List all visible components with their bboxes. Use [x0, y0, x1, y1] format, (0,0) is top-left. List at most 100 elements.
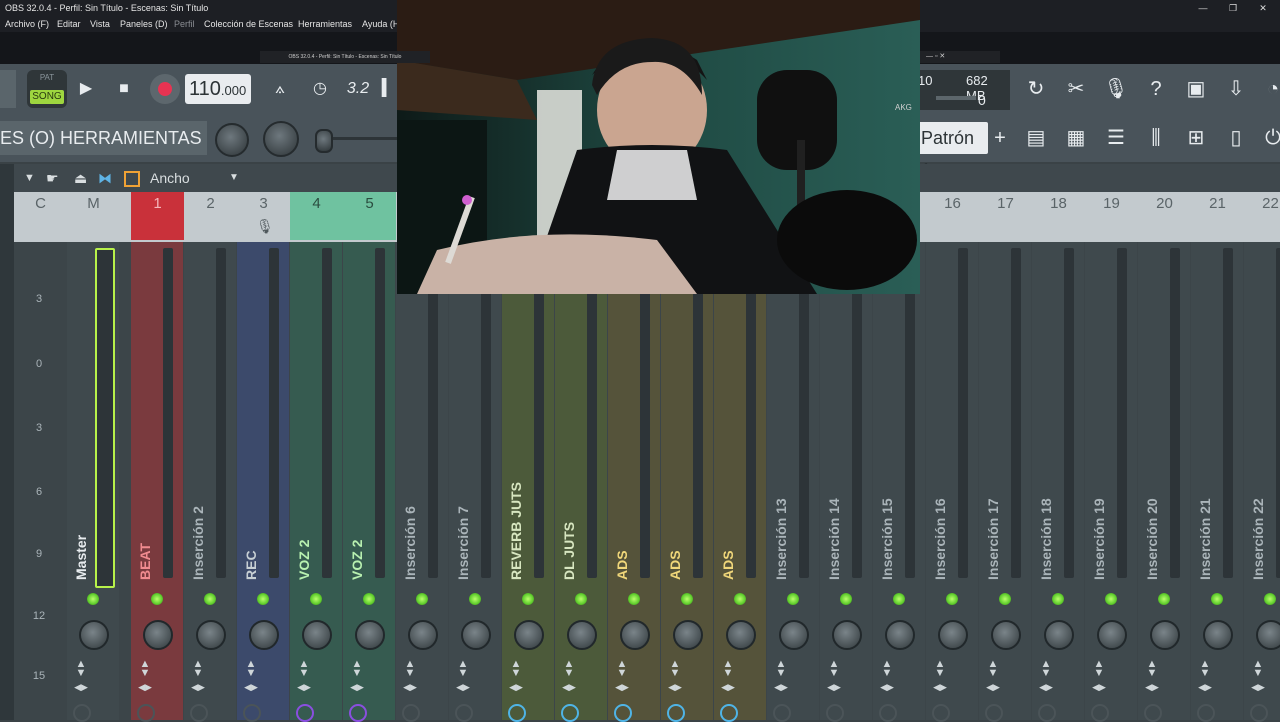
header-track-number[interactable]: 21: [1191, 192, 1244, 216]
send-ring[interactable]: [190, 704, 208, 722]
master-volume-knob[interactable]: [215, 123, 249, 157]
pan-knob[interactable]: [1044, 620, 1074, 650]
stereo-separation-icon[interactable]: ◀▶: [878, 682, 896, 693]
swap-arrows-icon[interactable]: ▲ ▼: [1039, 659, 1053, 679]
menu-editar[interactable]: Editar: [57, 16, 81, 32]
next-tool-icon[interactable]: ▍: [380, 74, 396, 104]
track-enable-led[interactable]: [87, 593, 99, 605]
header-track-number[interactable]: 2: [184, 192, 237, 216]
mixer-strip[interactable]: VOZ 2 ▲ ▼ ◀▶: [343, 242, 395, 722]
mixer-strip[interactable]: BEAT ▲ ▼ ◀▶: [131, 242, 183, 722]
send-ring[interactable]: [508, 704, 526, 722]
mixer-strip[interactable]: Inserción 14 ▲ ▼ ◀▶: [820, 242, 872, 722]
pan-knob[interactable]: [196, 620, 226, 650]
swap-arrows-icon[interactable]: ▲ ▼: [933, 659, 947, 679]
header-track-number[interactable]: 20: [1138, 192, 1191, 216]
pattern-selector[interactable]: Patrón 1: [918, 122, 988, 180]
track-enable-led[interactable]: [204, 593, 216, 605]
header-track-number[interactable]: 16: [926, 192, 979, 216]
stereo-separation-icon[interactable]: ◀▶: [772, 682, 790, 693]
send-ring[interactable]: [1091, 704, 1109, 722]
send-ring[interactable]: [720, 704, 738, 722]
close-button[interactable]: ✕: [1248, 0, 1278, 16]
track-enable-led[interactable]: [257, 593, 269, 605]
header-track-number[interactable]: 19: [1085, 192, 1138, 216]
pan-knob[interactable]: [779, 620, 809, 650]
cut-icon[interactable]: ✂: [1061, 74, 1091, 104]
stereo-separation-icon[interactable]: ◀▶: [401, 682, 419, 693]
send-ring[interactable]: [773, 704, 791, 722]
send-ring[interactable]: [985, 704, 1003, 722]
track-enable-led[interactable]: [310, 593, 322, 605]
mixer-person-icon[interactable]: ⏏: [74, 164, 87, 192]
send-ring[interactable]: [1250, 704, 1268, 722]
swap-arrows-icon[interactable]: ▲ ▼: [509, 659, 523, 679]
send-ring[interactable]: [349, 704, 367, 722]
stereo-separation-icon[interactable]: ◀▶: [560, 682, 578, 693]
mixer-strip[interactable]: VOZ 2 ▲ ▼ ◀▶: [290, 242, 342, 722]
mixer-strip[interactable]: Inserción 22 ▲ ▼ ◀▶: [1244, 242, 1280, 722]
stereo-separation-icon[interactable]: ◀▶: [242, 682, 260, 693]
mixer-strip[interactable]: Inserción 6 ▲ ▼ ◀▶: [396, 242, 448, 722]
swap-arrows-icon[interactable]: ▲ ▼: [721, 659, 735, 679]
swap-arrows-icon[interactable]: ▲ ▼: [986, 659, 1000, 679]
send-ring[interactable]: [296, 704, 314, 722]
track-enable-led[interactable]: [946, 593, 958, 605]
pan-knob[interactable]: [249, 620, 279, 650]
mixer-strip[interactable]: Inserción 20 ▲ ▼ ◀▶: [1138, 242, 1190, 722]
mixer-strip[interactable]: Inserción 13 ▲ ▼ ◀▶: [767, 242, 819, 722]
mixer-checkbox-icon[interactable]: [124, 171, 140, 187]
menu-perfil[interactable]: Perfil: [174, 16, 195, 32]
swap-arrows-icon[interactable]: ▲ ▼: [1251, 659, 1265, 679]
mixer-hand-icon[interactable]: ☛: [46, 164, 59, 192]
swap-arrows-icon[interactable]: ▲ ▼: [827, 659, 841, 679]
tempo-slider-track[interactable]: [333, 137, 397, 140]
mic-icon[interactable]: 🎙: [1101, 74, 1131, 104]
stereo-separation-icon[interactable]: ◀▶: [189, 682, 207, 693]
swap-arrows-icon[interactable]: ▲ ▼: [350, 659, 364, 679]
play-icon[interactable]: ▶: [72, 74, 100, 104]
help-icon[interactable]: ?: [1141, 74, 1171, 104]
stereo-separation-icon[interactable]: ◀▶: [666, 682, 684, 693]
maximize-button[interactable]: ❐: [1218, 0, 1248, 16]
pattern-tool-icon[interactable]: ⟑: [264, 74, 296, 104]
header-track-number[interactable]: 5: [343, 192, 396, 240]
swap-arrows-icon[interactable]: ▲ ▼: [1092, 659, 1106, 679]
record-button[interactable]: [150, 74, 180, 104]
stereo-separation-icon[interactable]: ◀▶: [613, 682, 631, 693]
track-enable-led[interactable]: [628, 593, 640, 605]
metronome-icon[interactable]: ◷: [304, 74, 336, 104]
mixer-strip[interactable]: Inserción 19 ▲ ▼ ◀▶: [1085, 242, 1137, 722]
send-ring[interactable]: [402, 704, 420, 722]
stereo-separation-icon[interactable]: ◀▶: [1143, 682, 1161, 693]
swap-arrows-icon[interactable]: ▲ ▼: [774, 659, 788, 679]
stereo-separation-icon[interactable]: ◀▶: [719, 682, 737, 693]
send-ring[interactable]: [243, 704, 261, 722]
swap-arrows-icon[interactable]: ▲ ▼: [403, 659, 417, 679]
menu-paneles[interactable]: Paneles (D): [120, 16, 168, 32]
mixer-menu-arrow-icon[interactable]: ▼: [24, 164, 35, 192]
pan-knob[interactable]: [1256, 620, 1280, 650]
track-enable-led[interactable]: [522, 593, 534, 605]
track-enable-led[interactable]: [1052, 593, 1064, 605]
pan-knob[interactable]: [1150, 620, 1180, 650]
track-enable-led[interactable]: [1211, 593, 1223, 605]
send-ring[interactable]: [73, 704, 91, 722]
stereo-separation-icon[interactable]: ◀▶: [825, 682, 843, 693]
pan-knob[interactable]: [514, 620, 544, 650]
plugin-icon[interactable]: ⏻: [1258, 123, 1280, 153]
send-ring[interactable]: [1038, 704, 1056, 722]
stereo-separation-icon[interactable]: ◀▶: [454, 682, 472, 693]
header-track-number[interactable]: 18: [1032, 192, 1085, 216]
pan-knob[interactable]: [885, 620, 915, 650]
undo-icon[interactable]: ↻: [1021, 74, 1051, 104]
stereo-separation-icon[interactable]: ◀▶: [295, 682, 313, 693]
track-enable-led[interactable]: [416, 593, 428, 605]
pan-knob[interactable]: [1097, 620, 1127, 650]
menu-coleccion-escenas[interactable]: Colección de Escenas: [204, 16, 293, 32]
mixer-strip[interactable]: REVERB JUTS ▲ ▼ ◀▶: [502, 242, 554, 722]
mixer-icon[interactable]: ⫼: [1141, 123, 1171, 153]
header-track-number[interactable]: 22: [1244, 192, 1280, 216]
mixer-strip[interactable]: ADS ▲ ▼ ◀▶: [714, 242, 766, 722]
swap-arrows-icon[interactable]: ▲ ▼: [1198, 659, 1212, 679]
